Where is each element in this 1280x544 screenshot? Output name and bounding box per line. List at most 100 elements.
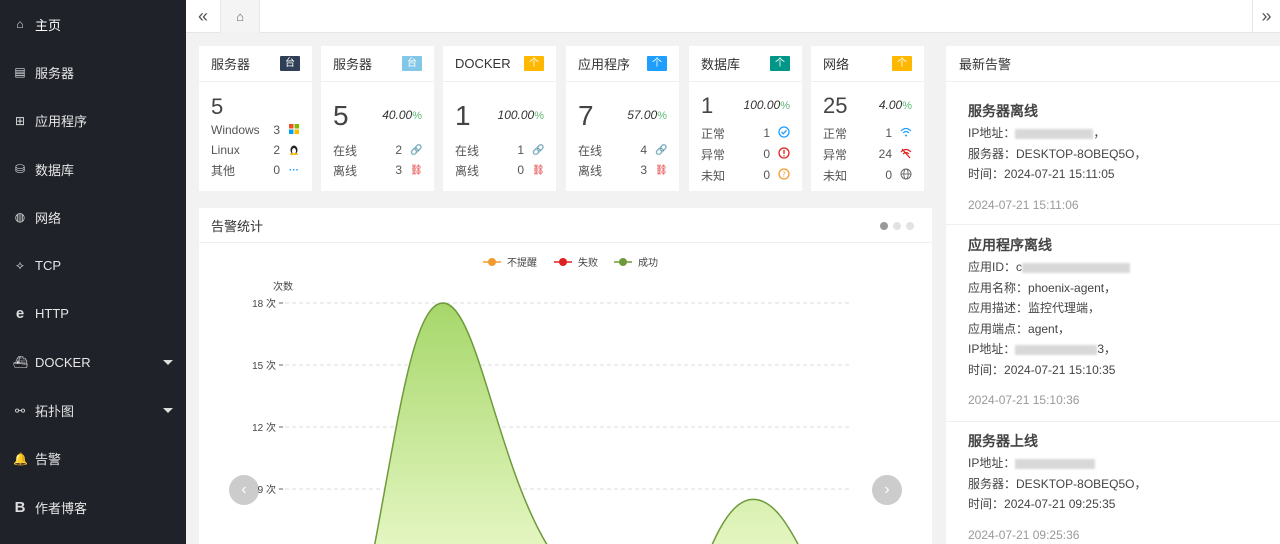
rate-unit: %	[780, 100, 790, 112]
alarm-stats-panel: 告警统计 不提醒 失败 成功 次数 18 次 15 次 12 次 9 次 ‹ ›	[199, 208, 932, 544]
stat-label: Windows	[211, 123, 260, 137]
online-rate: 4.00%	[879, 98, 912, 112]
stat-value: 1	[517, 143, 524, 157]
stat-row: 在线 4 🔗	[578, 140, 667, 160]
alert-item[interactable]: 应用程序离线 应用ID：c 应用名称：phoenix-agent， 应用描述：监…	[968, 233, 1280, 410]
alarm-chart: 不提醒 失败 成功 次数 18 次 15 次 12 次 9 次	[252, 256, 849, 544]
card-title: 服务器	[333, 57, 373, 72]
tab-home[interactable]: ⌂	[220, 0, 260, 33]
stat-row: 异常 24	[823, 144, 912, 164]
carousel-next-button[interactable]: ›	[872, 475, 902, 505]
carousel-dot[interactable]	[880, 222, 888, 230]
unlink-icon: ⛓	[410, 164, 423, 176]
card-title: 数据库	[701, 57, 741, 72]
sidebar-item-servers[interactable]: ▤ 服务器	[0, 48, 186, 96]
sidebar-item-blog[interactable]: B 作者博客	[0, 483, 186, 531]
stat-row: 正常 1	[823, 123, 912, 143]
link-icon: 🔗	[410, 144, 423, 156]
carousel-dot[interactable]	[893, 222, 901, 230]
sidebar-item-docker[interactable]: ⛴ DOCKER	[0, 338, 186, 386]
stat-label: 离线	[578, 163, 603, 178]
card-title: 服务器	[211, 57, 251, 72]
line-label: 服务器：	[968, 476, 1017, 491]
sidebar-item-label: 拓扑图	[35, 404, 75, 420]
alert-title: 应用程序离线	[968, 237, 1052, 253]
scroll-right-icon[interactable]: »	[1252, 0, 1280, 33]
stat-label: 正常	[701, 126, 726, 141]
line-label: 应用描述：	[968, 301, 1029, 315]
line-label: IP地址：	[968, 456, 1016, 470]
alert-timestamp: 2024-07-21 09:25:36	[968, 527, 1080, 542]
line-value: 监控代理端，	[1028, 301, 1101, 315]
windows-icon	[288, 123, 300, 138]
stat-row: 未知 0	[823, 165, 912, 185]
stat-label: 正常	[823, 126, 848, 141]
unit-badge: 台	[402, 56, 422, 71]
line-value: agent，	[1028, 321, 1071, 336]
sidebar-item-apps[interactable]: ⊞ 应用程序	[0, 97, 186, 145]
card-total: 1	[701, 93, 714, 118]
sidebar-item-network[interactable]: ◍ 网络	[0, 193, 186, 241]
alert-item[interactable]: 服务器上线 IP地址： 服务器：DESKTOP-8OBEQ5O， 时间：2024…	[968, 429, 1280, 544]
line-label: IP地址：	[968, 126, 1016, 140]
rate-value: 57.00	[627, 108, 658, 122]
stat-row: 在线 2 🔗	[333, 140, 422, 160]
sidebar: ⌂ 主页 ▤ 服务器 ⊞ 应用程序 ⛁ 数据库 ◍ 网络 ⟡ TCP e HTT…	[0, 0, 186, 544]
sidebar-item-label: 主页	[35, 17, 62, 33]
check-circle-icon	[778, 125, 790, 141]
ellipsis-icon: ···	[289, 164, 299, 176]
rate-value: 100.00	[743, 98, 781, 112]
stat-label: 未知	[823, 168, 848, 183]
sidebar-item-label: 网络	[35, 210, 62, 226]
sidebar-item-label: 数据库	[35, 162, 75, 178]
alert-line: 应用ID：c	[968, 257, 1280, 278]
carousel-indicator	[880, 222, 914, 230]
line-label: 时间：	[968, 167, 1005, 181]
stat-value: 0	[517, 163, 524, 177]
chevron-down-icon	[163, 408, 173, 414]
sidebar-item-database[interactable]: ⛁ 数据库	[0, 145, 186, 193]
line-value: DESKTOP-8OBEQ5O，	[1016, 146, 1147, 161]
y-axis-label: 次数	[273, 280, 293, 293]
divider	[946, 224, 1280, 225]
stat-row: 正常 1	[701, 123, 790, 143]
line-label: 应用名称：	[968, 280, 1029, 295]
stat-row: Windows 3	[211, 120, 300, 140]
alert-timestamp: 2024-07-21 15:10:36	[968, 393, 1080, 407]
card-database: 数据库 个 1 100.00% 正常 1 异常 0 未知 0?	[689, 46, 802, 191]
unlink-icon: ⛓	[655, 164, 668, 176]
stat-row: 离线 3 ⛓	[578, 160, 668, 180]
sidebar-item-topology[interactable]: ⚯ 拓扑图	[0, 386, 186, 434]
rate-unit: %	[902, 100, 912, 112]
sidebar-item-label: DOCKER	[35, 354, 91, 370]
link-icon: 🔗	[655, 144, 668, 156]
stat-label: 在线	[333, 143, 358, 158]
card-total: 25	[823, 93, 848, 118]
stat-value: 0	[763, 147, 770, 161]
link-icon: 🔗	[532, 144, 545, 156]
sidebar-item-alarm[interactable]: 🔔 告警	[0, 435, 186, 483]
redacted-value	[1015, 128, 1094, 139]
sidebar-item-label: 作者博客	[35, 500, 88, 516]
carousel-prev-button[interactable]: ‹	[229, 475, 259, 505]
online-rate: 100.00%	[498, 108, 544, 122]
stat-value: 0	[273, 163, 280, 177]
carousel-dot[interactable]	[906, 222, 914, 230]
alert-item[interactable]: 服务器离线 IP地址：， 服务器：DESKTOP-8OBEQ5O， 时间：202…	[968, 99, 1280, 215]
sidebar-item-tcp[interactable]: ⟡ TCP	[0, 241, 186, 289]
redacted-value	[1015, 344, 1098, 355]
alert-title: 服务器离线	[968, 103, 1038, 119]
alert-line: IP地址： ，	[968, 123, 1280, 144]
sidebar-item-home[interactable]: ⌂ 主页	[0, 0, 186, 48]
stat-row: 离线 3 ⛓	[333, 160, 423, 180]
stat-label: 异常	[701, 147, 726, 162]
line-label: 应用端点：	[968, 321, 1029, 336]
rate-value: 40.00	[382, 108, 413, 122]
card-total: 5	[333, 100, 349, 131]
stat-value: 1	[763, 126, 770, 140]
alert-line: 服务器：DESKTOP-8OBEQ5O，	[968, 144, 1280, 165]
latest-alerts-panel: 最新告警 服务器离线 IP地址：， 服务器：DESKTOP-8OBEQ5O， 时…	[946, 46, 1280, 544]
card-docker: DOCKER 个 1 100.00% 在线 1 🔗 离线 0 ⛓	[443, 46, 556, 191]
sidebar-item-http[interactable]: e HTTP	[0, 290, 186, 338]
scroll-left-icon[interactable]: «	[186, 0, 220, 33]
